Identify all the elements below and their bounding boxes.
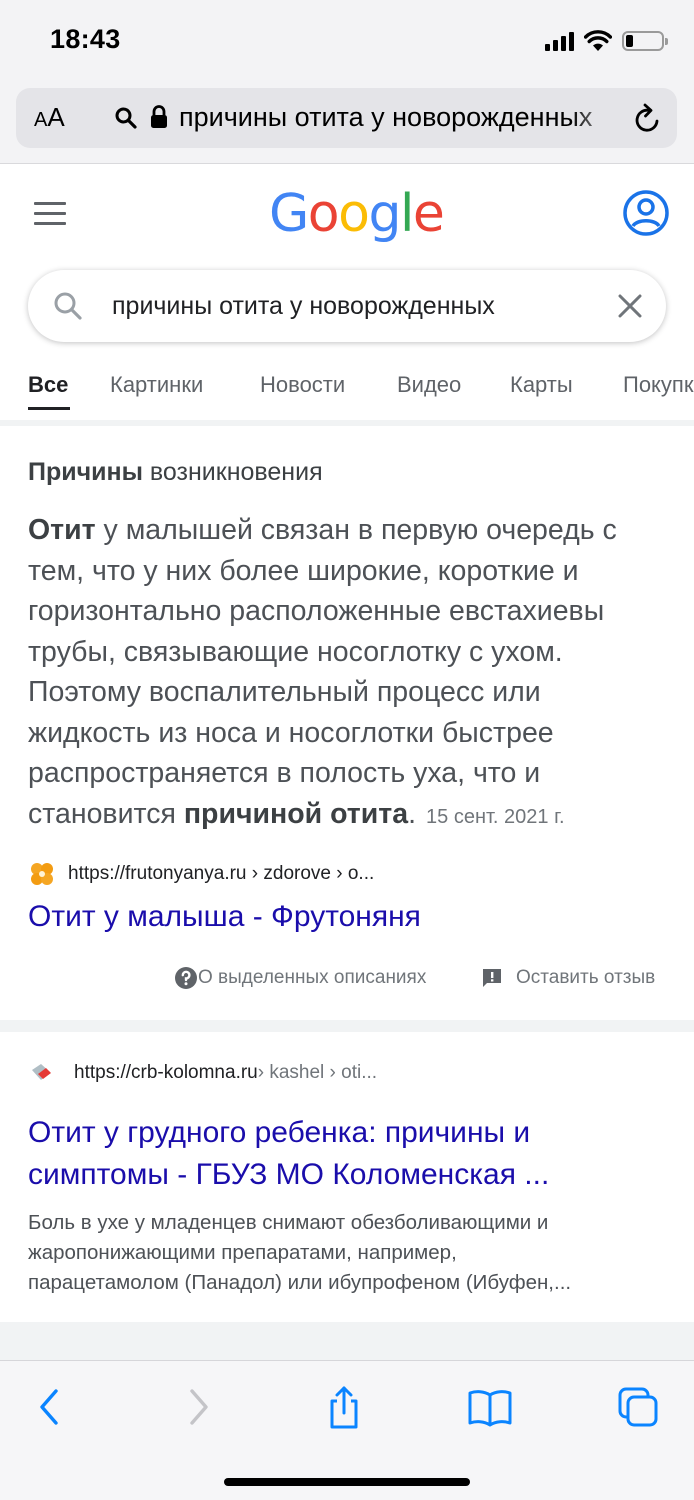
clear-icon[interactable] [616, 292, 644, 320]
status-time: 18:43 [50, 24, 121, 54]
result-title-link[interactable]: Отит у грудного ребенка: причины и симпт… [28, 1112, 549, 1196]
snippet-source[interactable]: https://frutonyanya.ru › zdorove › o... [28, 860, 374, 888]
snippet-text: Отит у малышей связан в первую очередь с… [28, 514, 617, 830]
share-icon[interactable] [326, 1385, 362, 1431]
forward-icon[interactable] [184, 1385, 214, 1429]
tab-images[interactable]: Картинки [110, 372, 203, 398]
google-logo[interactable]: Google [269, 184, 445, 244]
back-icon[interactable] [34, 1385, 64, 1429]
divider [0, 1020, 694, 1032]
result-snippet: Боль в ухе у младенцев снимают обезболив… [28, 1211, 572, 1294]
address-bar[interactable]: AA причины отита у новорожденных [16, 88, 677, 148]
source-url[interactable]: https://frutonyanya.ru › zdorove › o... [68, 863, 374, 885]
feedback-link[interactable]: Оставить отзыв [480, 966, 655, 990]
cellular-signal-icon [545, 31, 574, 51]
feedback-icon [483, 969, 501, 987]
search-box[interactable]: причины отита у новорожденных [28, 270, 666, 342]
tab-all[interactable]: Все [28, 372, 68, 398]
snippet-heading: Причины возникновения [28, 458, 323, 486]
result-source[interactable]: https://crb-kolomna.ru › kashel › oti... [28, 1060, 377, 1086]
help-icon [175, 967, 197, 989]
wifi-icon [584, 30, 612, 51]
browser-top-bar: 18:43 AA причины отита у новорожденных [0, 0, 694, 164]
text-size-button[interactable]: AA [34, 102, 65, 133]
tab-maps[interactable]: Карты [510, 372, 573, 398]
reload-icon[interactable] [633, 102, 663, 134]
snippet-date: 15 сент. 2021 г. [426, 805, 565, 828]
favicon-icon [32, 1064, 51, 1080]
bookmarks-icon[interactable] [467, 1385, 513, 1429]
account-icon[interactable] [622, 189, 670, 237]
about-snippets-link[interactable]: О выделенных описаниях [174, 966, 426, 990]
tab-shopping[interactable]: Покупки [623, 372, 694, 398]
home-indicator [224, 1478, 470, 1486]
url-text[interactable]: причины отита у новорожденных [179, 102, 624, 133]
search-input[interactable]: причины отита у новорожденных [112, 292, 495, 321]
favicon-icon [31, 863, 53, 885]
status-icons [545, 30, 668, 52]
battery-fill [626, 35, 634, 47]
search-icon [115, 107, 137, 129]
tab-news[interactable]: Новости [260, 372, 345, 398]
tab-video[interactable]: Видео [397, 372, 461, 398]
result-url-path[interactable]: › kashel › oti... [258, 1062, 377, 1084]
menu-icon[interactable] [34, 202, 66, 226]
result-url[interactable]: https://crb-kolomna.ru [74, 1062, 258, 1084]
search-icon[interactable] [52, 290, 84, 322]
search-tabs: Все Картинки Новости Видео Карты Покупки [0, 368, 694, 412]
tabs-icon[interactable] [616, 1385, 660, 1429]
divider [0, 420, 694, 426]
divider [0, 1322, 694, 1360]
active-tab-indicator [28, 407, 70, 410]
lock-icon [151, 105, 167, 128]
battery-icon [622, 31, 668, 51]
snippet-title-link[interactable]: Отит у малыша - Фрутоняня [28, 896, 421, 938]
